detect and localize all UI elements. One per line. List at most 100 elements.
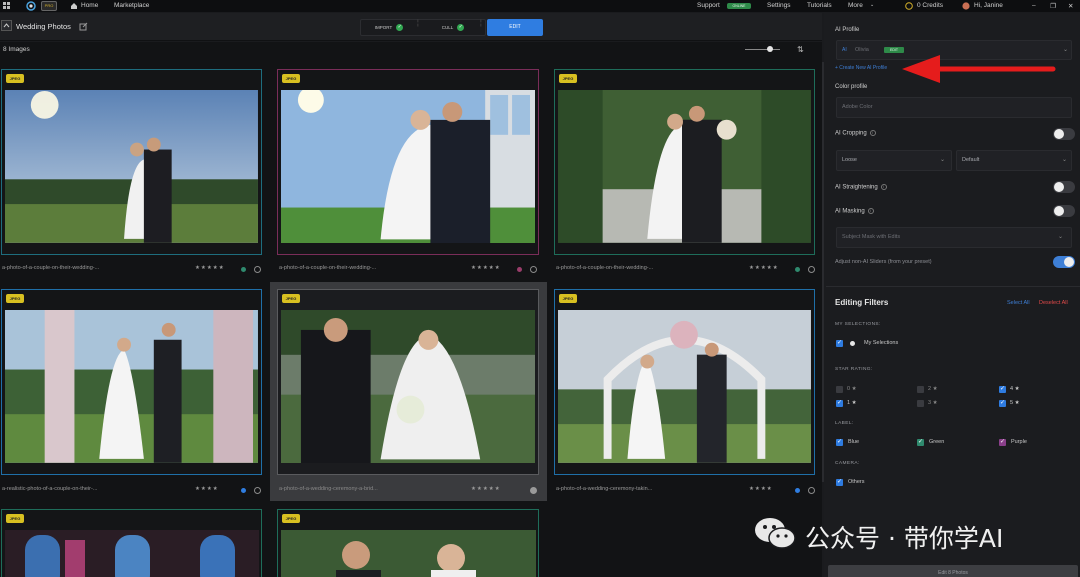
edit-step-button[interactable]: EDIT <box>487 19 543 36</box>
label-green-checkbox[interactable]: ✓ <box>917 439 924 446</box>
star-rating[interactable]: ★★★★★ <box>195 265 225 271</box>
maximize-icon[interactable]: ❐ <box>1050 2 1056 10</box>
chevron-down-icon[interactable]: ⌄ <box>870 2 874 8</box>
grid-menu-icon[interactable] <box>3 2 11 10</box>
photo-card[interactable]: JPEG <box>1 289 262 475</box>
star-rating[interactable]: ★★★★★ <box>471 486 501 492</box>
chevron-down-icon[interactable]: ⌄ <box>1062 156 1067 163</box>
info-icon[interactable]: i <box>869 130 876 136</box>
photo-card[interactable]: JPEG <box>1 509 262 577</box>
star-1-checkbox[interactable]: ✓ <box>836 400 843 407</box>
credits-icon <box>905 2 913 10</box>
star-1-label: 1 ★ <box>847 400 857 406</box>
star-4-label: 4 ★ <box>1010 386 1020 392</box>
cull-step[interactable]: CULL ✓ <box>428 19 478 36</box>
photo-couple-floral-aisle[interactable] <box>5 310 258 463</box>
star-rating[interactable]: ★★★★ <box>195 486 219 492</box>
zoom-slider-track[interactable] <box>745 49 780 50</box>
ai-cropping-label: AI Cropping i <box>835 130 876 137</box>
select-toggle[interactable] <box>254 487 261 494</box>
file-type-badge: JPEG <box>282 514 300 523</box>
color-label-dot[interactable] <box>517 267 522 272</box>
tutorials-link[interactable]: Tutorials <box>807 2 832 9</box>
select-toggle[interactable] <box>254 266 261 273</box>
marketplace-link[interactable]: Marketplace <box>114 2 149 9</box>
photo-couple-window[interactable] <box>281 90 535 244</box>
deselect-all-link[interactable]: Deselect All <box>1039 300 1068 306</box>
chevron-down-icon[interactable]: ⌄ <box>940 156 945 163</box>
star-0-checkbox[interactable] <box>836 386 843 393</box>
photo-stained-glass[interactable] <box>5 530 259 577</box>
photo-card[interactable]: JPEG <box>554 69 815 255</box>
home-icon[interactable] <box>70 2 78 10</box>
star-5-label: 5 ★ <box>1010 400 1020 406</box>
star-2-checkbox[interactable] <box>917 386 924 393</box>
import-step[interactable]: IMPORT ✓ <box>364 19 414 36</box>
create-profile-link[interactable]: + Create New AI Profile <box>835 65 887 71</box>
label-purple-checkbox[interactable]: ✓ <box>999 439 1006 446</box>
photo-card[interactable]: JPEG <box>554 289 815 475</box>
minimize-icon[interactable]: – <box>1032 2 1036 9</box>
edit-title-icon[interactable] <box>79 22 88 31</box>
star-rating[interactable]: ★★★★★ <box>471 265 501 271</box>
photo-card-selected[interactable]: JPEG <box>277 289 539 475</box>
ai-straightening-label: AI Straightening i <box>835 184 887 191</box>
user-greeting[interactable]: Hi, Janine <box>974 2 1003 9</box>
selected-indicator[interactable] <box>530 487 537 494</box>
select-all-link[interactable]: Select All <box>1007 300 1030 306</box>
photo-card[interactable]: JPEG <box>277 509 539 577</box>
info-icon[interactable]: i <box>867 208 874 214</box>
select-toggle[interactable] <box>530 266 537 273</box>
zoom-slider-thumb[interactable] <box>767 46 773 52</box>
photo-card[interactable]: JPEG <box>1 69 262 255</box>
file-type-badge: JPEG <box>282 294 300 303</box>
color-label-dot[interactable] <box>241 488 246 493</box>
photo-card[interactable]: JPEG <box>277 69 539 255</box>
ai-cropping-toggle[interactable] <box>1053 128 1075 140</box>
ai-masking-toggle[interactable] <box>1053 205 1075 217</box>
chevron-down-icon[interactable]: ⌄ <box>1063 46 1068 53</box>
home-link[interactable]: Home <box>81 2 98 9</box>
settings-link[interactable]: Settings <box>767 2 791 9</box>
app-window: PRO Home Marketplace Support ONLINE Sett… <box>0 0 1080 577</box>
select-toggle[interactable] <box>808 487 815 494</box>
star-rating[interactable]: ★★★★ <box>749 486 773 492</box>
info-icon[interactable]: i <box>880 184 887 190</box>
photo-couple-garden-sunny[interactable] <box>5 90 258 243</box>
color-label-dot[interactable] <box>241 267 246 272</box>
adjust-sliders-toggle[interactable] <box>1053 256 1075 268</box>
credits-count[interactable]: 0 Credits <box>917 2 943 9</box>
collapse-icon[interactable] <box>1 20 12 31</box>
star-rating[interactable]: ★★★★★ <box>749 265 779 271</box>
panel-scrollbar[interactable] <box>822 62 824 482</box>
photo-couple-closeup[interactable] <box>281 530 536 577</box>
check-icon: ✓ <box>457 24 465 32</box>
file-type-badge: JPEG <box>6 294 24 303</box>
wechat-logo-icon <box>755 518 796 549</box>
sort-icon[interactable]: ⇅ <box>797 45 804 54</box>
color-label-dot[interactable] <box>795 488 800 493</box>
ai-straightening-toggle[interactable] <box>1053 181 1075 193</box>
star-3-checkbox[interactable] <box>917 400 924 407</box>
star-5-checkbox[interactable]: ✓ <box>999 400 1006 407</box>
photo-couple-arch[interactable] <box>558 90 811 243</box>
photo-ceremony-arch[interactable] <box>558 310 811 463</box>
star-4-checkbox[interactable]: ✓ <box>999 386 1006 393</box>
camera-others-checkbox[interactable]: ✓ <box>836 479 843 486</box>
chevron-down-icon[interactable]: ⌄ <box>1058 233 1063 240</box>
select-toggle[interactable] <box>808 266 815 273</box>
avatar[interactable] <box>962 2 970 10</box>
close-icon[interactable]: ✕ <box>1068 2 1073 10</box>
profile-icon: AI <box>842 47 847 53</box>
my-selections-checkbox[interactable]: ✓ <box>836 340 843 347</box>
edit-photos-button[interactable]: Edit 8 Photos <box>828 565 1078 577</box>
more-menu[interactable]: More <box>848 2 863 9</box>
photo-ceremony-bride[interactable] <box>281 310 535 464</box>
divider: ¦ <box>480 20 482 27</box>
label-blue-checkbox[interactable]: ✓ <box>836 439 843 446</box>
color-label-dot[interactable] <box>795 267 800 272</box>
editing-filters-title: Editing Filters <box>835 298 889 307</box>
support-link[interactable]: Support <box>697 2 720 9</box>
my-selections-header: MY SELECTIONS: <box>835 322 881 327</box>
file-type-badge: JPEG <box>282 74 300 83</box>
